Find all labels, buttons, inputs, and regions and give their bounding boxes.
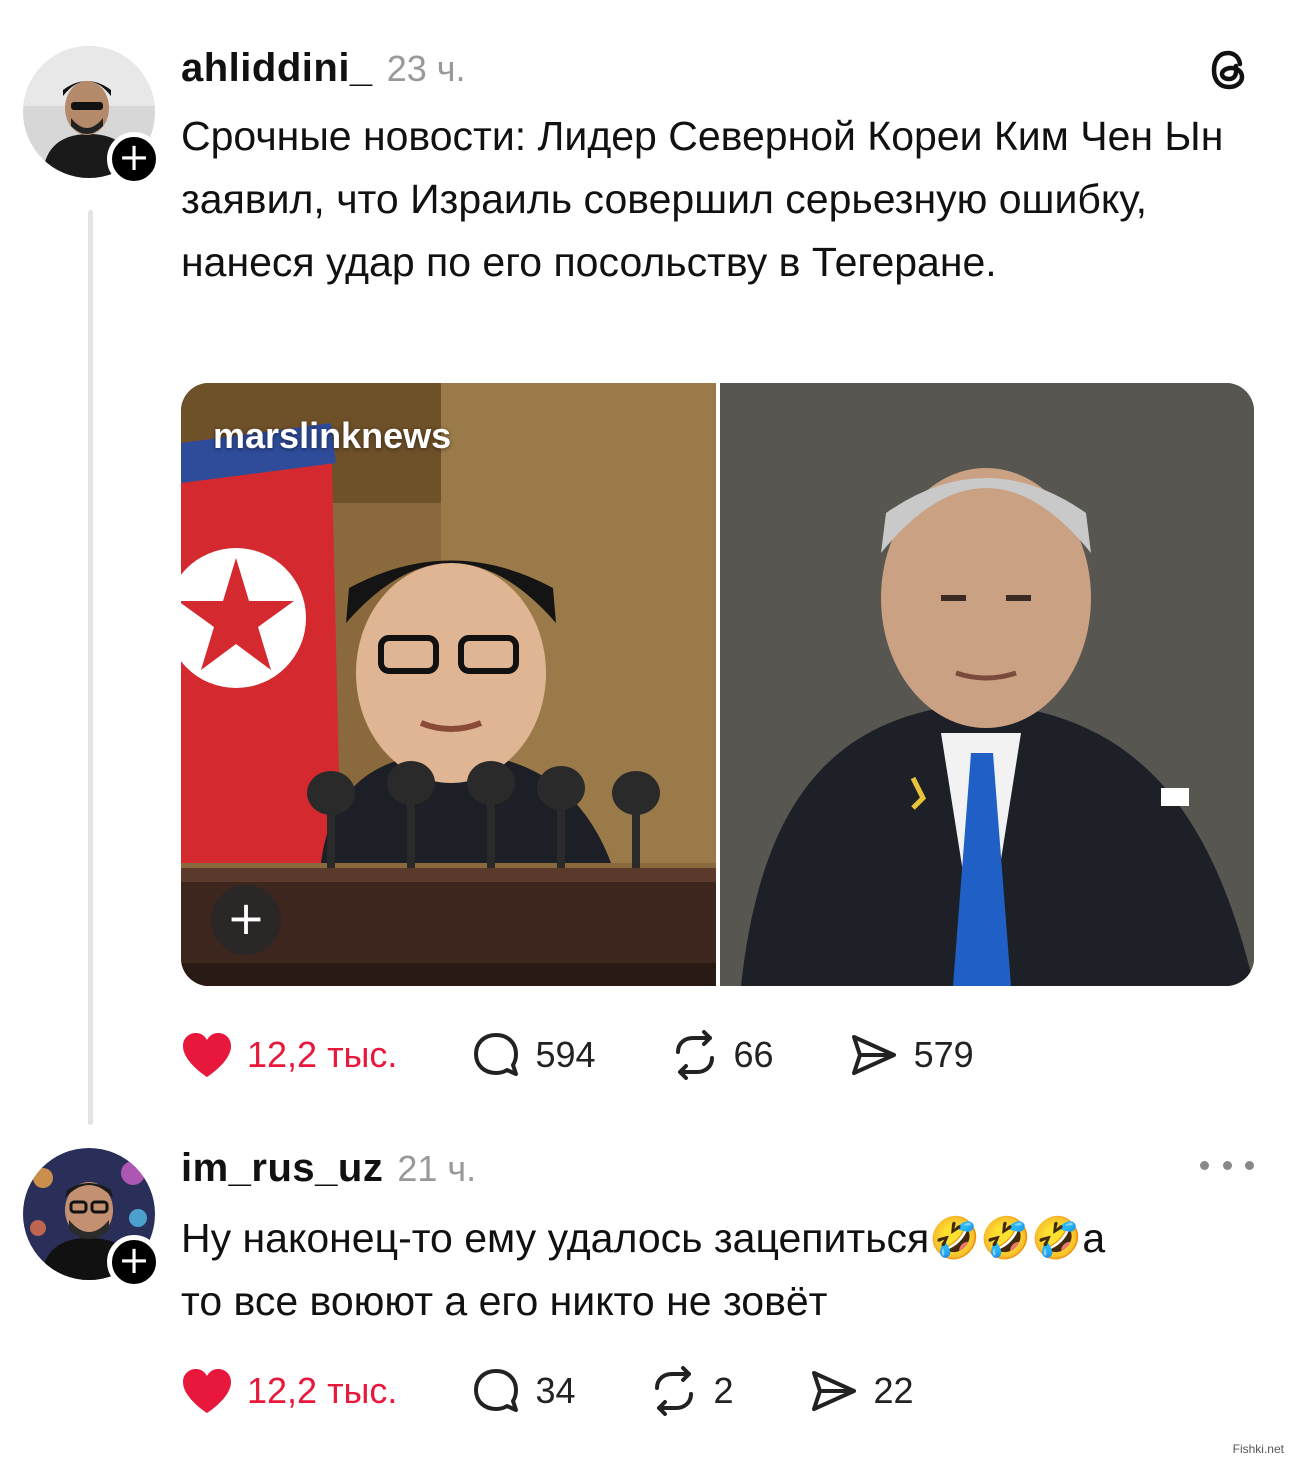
site-watermark: Fishki.net (1232, 1442, 1284, 1456)
threads-logo-icon[interactable] (1203, 44, 1255, 96)
post-image[interactable]: marslinknews + (181, 383, 1254, 986)
comment-bubble-icon (474, 1369, 519, 1412)
username[interactable]: im_rus_uz (181, 1146, 383, 1191)
share-button[interactable]: 22 (808, 1367, 914, 1415)
reply-time: 21 ч. (397, 1148, 477, 1189)
plus-icon: + (118, 1238, 150, 1282)
send-icon (811, 1371, 856, 1411)
like-count: 12,2 тыс. (247, 1370, 398, 1411)
send-icon (851, 1035, 896, 1075)
username[interactable]: ahliddini_ (181, 46, 373, 91)
reply-text-line1: Ну наконец-то ему удалось зацепиться (181, 1215, 930, 1261)
repost-icon (655, 1366, 694, 1416)
share-count: 22 (873, 1370, 914, 1411)
share-count: 579 (913, 1034, 974, 1075)
more-dots-icon (1200, 1160, 1209, 1170)
reply-text-line2: то все воюют а его никто не зовёт (181, 1278, 828, 1324)
heart-icon (183, 1369, 231, 1413)
like-button[interactable]: 12,2 тыс. (181, 1367, 397, 1415)
plus-icon: + (226, 891, 266, 945)
repost-icon (675, 1030, 714, 1080)
add-button[interactable]: + (211, 885, 281, 955)
like-button[interactable]: 12,2 тыс. (181, 1031, 397, 1079)
reply-text-line1-end: а (1082, 1215, 1106, 1261)
heart-icon (183, 1033, 231, 1077)
image-watermark: marslinknews (213, 415, 452, 456)
repost-count: 2 (713, 1370, 734, 1411)
comment-button[interactable]: 34 (471, 1366, 575, 1416)
post-text: Срочные новости: Лидер Северной Кореи Ки… (181, 113, 1224, 285)
repost-button[interactable]: 66 (670, 1030, 774, 1080)
like-count: 12,2 тыс. (247, 1034, 398, 1075)
reply-actions: 12,2 тыс. 34 2 22 (181, 1366, 914, 1416)
post-header: ahliddini_ 23 ч. (181, 46, 466, 91)
repost-count: 66 (733, 1034, 774, 1075)
comment-count: 594 (535, 1034, 596, 1075)
post-actions: 12,2 тыс. 594 66 579 (181, 1030, 974, 1080)
more-options-button[interactable] (1200, 1150, 1254, 1180)
follow-button[interactable]: + (107, 132, 161, 186)
comment-bubble-icon (474, 1033, 519, 1076)
reply-text: Ну наконец-то ему удалось зацепиться🤣🤣🤣а… (181, 1207, 1241, 1333)
post-time: 23 ч. (386, 48, 466, 89)
share-button[interactable]: 579 (848, 1031, 974, 1079)
comment-count: 34 (535, 1370, 576, 1411)
plus-icon: + (118, 135, 150, 179)
laughing-emoji: 🤣🤣🤣 (929, 1214, 1083, 1262)
follow-button[interactable]: + (107, 1235, 161, 1289)
thread-line (88, 210, 93, 1125)
reply-header: im_rus_uz 21 ч. (181, 1146, 476, 1191)
repost-button[interactable]: 2 (649, 1366, 734, 1416)
comment-button[interactable]: 594 (471, 1030, 596, 1080)
